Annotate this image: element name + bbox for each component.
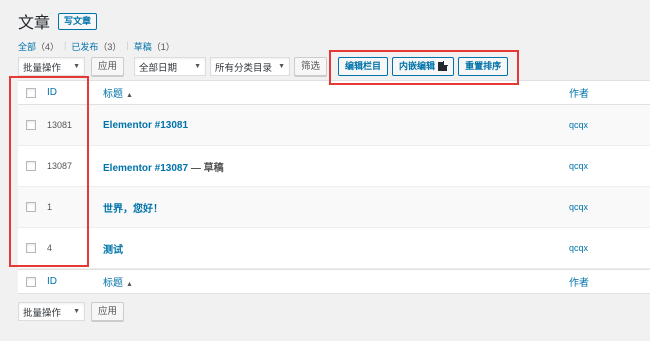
posts-table: ID 标题 ▲ 作者 13081 Elementor #13081 qcqx 13… [18, 80, 650, 294]
row-author-link[interactable]: qcqx [569, 161, 588, 171]
row-checkbox[interactable] [26, 202, 36, 212]
bulk-action-select-bottom[interactable]: 批量操作 ▼ [18, 302, 85, 321]
row-checkbox-cell [18, 202, 40, 212]
row-author-link[interactable]: qcqx [569, 243, 588, 253]
view-published-link[interactable]: 已发布（3） [71, 40, 121, 53]
bulk-action-value: 批量操作 [23, 307, 62, 319]
row-author-link[interactable]: qcqx [569, 120, 588, 130]
table-row: 1 世界，您好！ qcqx [18, 187, 650, 228]
select-all-cell [18, 87, 40, 98]
row-checkbox[interactable] [26, 120, 36, 130]
table-row: 13081 Elementor #13081 qcqx [18, 105, 650, 146]
tablenav-top: 批量操作 ▼ 应用 全部日期 ▼ 所有分类目录 ▼ 筛选 编辑栏目 内嵌编辑 重… [18, 57, 509, 76]
view-all-link[interactable]: 全部（4） [18, 40, 59, 53]
column-header-id[interactable]: ID [40, 87, 103, 98]
column-footer-title[interactable]: 标题 ▲ [103, 274, 569, 289]
inline-edit-label: 内嵌编辑 [399, 61, 436, 71]
column-footer-id[interactable]: ID [40, 276, 103, 287]
row-id: 13087 [47, 161, 73, 171]
date-filter-select[interactable]: 全部日期 ▼ [134, 57, 207, 76]
table-footer-row: ID 标题 ▲ 作者 [18, 269, 650, 293]
column-footer-author[interactable]: 作者 [569, 274, 589, 289]
chevron-down-icon: ▼ [73, 63, 80, 70]
chevron-down-icon: ▼ [194, 63, 202, 70]
date-filter-value: 全部日期 [139, 62, 178, 74]
column-footer-title-label: 标题 [103, 278, 123, 289]
select-all-checkbox[interactable] [26, 87, 36, 98]
row-checkbox-cell [18, 243, 40, 253]
select-all-checkbox-footer[interactable] [26, 276, 36, 287]
page-title: 文章 [18, 15, 51, 32]
row-title-cell: 测试 [103, 241, 569, 256]
row-checkbox[interactable] [26, 243, 36, 253]
row-title-cell: Elementor #13081 [103, 120, 569, 131]
row-title-link[interactable]: Elementor #13087 [103, 163, 188, 174]
row-id: 1 [47, 202, 53, 212]
apply-button-bottom[interactable]: 应用 [91, 302, 125, 321]
row-title-link[interactable]: 世界，您好！ [103, 204, 163, 215]
filter-button[interactable]: 筛选 [294, 57, 328, 76]
row-id: 13081 [47, 120, 73, 130]
row-checkbox-cell [18, 120, 40, 130]
column-header-author[interactable]: 作者 [569, 85, 589, 100]
table-row: 4 测试 qcqx [18, 228, 650, 269]
add-new-post-button[interactable]: 写文章 [58, 12, 98, 30]
sort-up-icon: ▲ [126, 281, 133, 288]
row-title-link[interactable]: Elementor #13081 [103, 120, 188, 131]
row-checkbox[interactable] [26, 161, 36, 171]
row-author-link[interactable]: qcqx [569, 202, 588, 212]
sort-up-icon: ▲ [126, 92, 133, 99]
page-header: 文章 写文章 [18, 9, 98, 33]
category-filter-value: 所有分类目录 [215, 62, 273, 74]
edit-columns-button[interactable]: 编辑栏目 [338, 57, 389, 76]
chevron-down-icon: ▼ [73, 308, 80, 315]
column-header-title[interactable]: 标题 ▲ [103, 85, 569, 100]
view-drafts-link[interactable]: 草稿（1） [134, 40, 175, 53]
view-separator: | [126, 40, 129, 50]
row-title-cell: 世界，您好！ [103, 200, 569, 215]
row-id: 4 [47, 243, 53, 253]
table-row: 13087 Elementor #13087 — 草稿 qcqx [18, 146, 650, 187]
row-state: — 草稿 [188, 162, 224, 174]
select-all-cell [18, 276, 40, 287]
edit-icon [438, 61, 449, 71]
row-title-cell: Elementor #13087 — 草稿 [103, 159, 569, 174]
reset-order-label: 重置排序 [465, 61, 502, 71]
category-filter-select[interactable]: 所有分类目录 ▼ [210, 57, 291, 76]
row-checkbox-cell [18, 161, 40, 171]
row-title-link[interactable]: 测试 [103, 245, 123, 256]
post-status-views: 全部（4） | 已发布（3） | 草稿（1） [18, 40, 175, 53]
bulk-action-select[interactable]: 批量操作 ▼ [18, 57, 85, 76]
edit-columns-label: 编辑栏目 [345, 61, 382, 71]
reset-order-button[interactable]: 重置排序 [458, 57, 509, 76]
tablenav-bottom: 批量操作 ▼ 应用 [18, 302, 125, 321]
inline-edit-button[interactable]: 内嵌编辑 [392, 57, 455, 76]
column-header-title-label: 标题 [103, 89, 123, 100]
chevron-down-icon: ▼ [278, 63, 286, 70]
view-separator: | [64, 40, 67, 50]
bulk-action-value: 批量操作 [23, 62, 62, 74]
apply-button[interactable]: 应用 [91, 57, 125, 76]
table-header-row: ID 标题 ▲ 作者 [18, 81, 650, 105]
